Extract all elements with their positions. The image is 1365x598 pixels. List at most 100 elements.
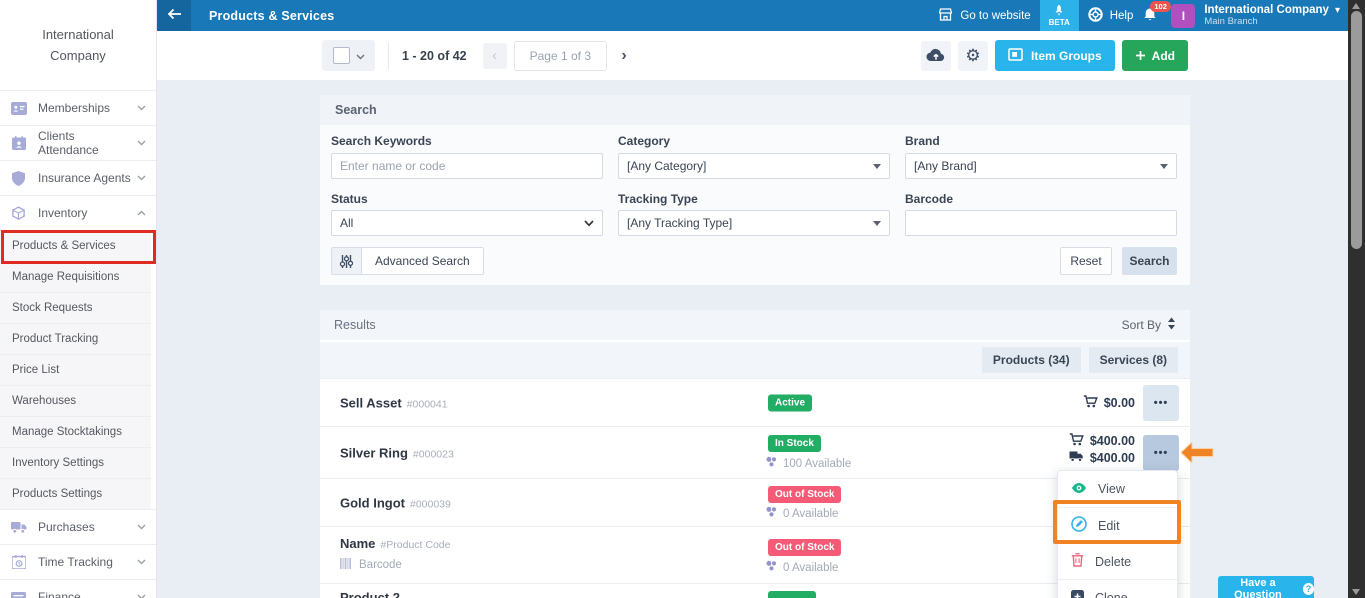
sort-by-label: Sort By: [1122, 318, 1161, 332]
id-card-icon: [10, 102, 27, 115]
sidebar-collapse-button[interactable]: [157, 0, 191, 31]
sidebar-item-inventory[interactable]: Inventory: [0, 195, 156, 230]
row-actions-button-active[interactable]: •••: [1143, 435, 1179, 471]
add-button[interactable]: Add: [1122, 40, 1188, 71]
status-label: Status: [331, 192, 368, 206]
buy-price-cell: $400.00: [1069, 451, 1135, 465]
sidebar-item-manage-requisitions[interactable]: Manage Requisitions: [0, 261, 151, 292]
results-tabs: Products (34) Services (8): [320, 342, 1190, 378]
sidebar-item-time-tracking[interactable]: Time Tracking: [0, 544, 156, 579]
barcode-line: Barcode: [340, 558, 402, 572]
storefront-icon: [938, 8, 953, 24]
sidebar-item-product-tracking[interactable]: Product Tracking: [0, 323, 151, 354]
sort-by-control[interactable]: Sort By: [1122, 317, 1176, 333]
settings-button[interactable]: ⚙: [958, 41, 988, 71]
barcode-input[interactable]: [905, 210, 1177, 236]
list-toolbar: 1 - 20 of 42 ‹ Page 1 of 3 › ⚙ Item Grou…: [157, 31, 1348, 80]
tracking-type-select[interactable]: [Any Tracking Type]: [618, 210, 890, 236]
menu-item-edit[interactable]: Edit: [1058, 507, 1177, 543]
scrollbar-thumb[interactable]: [1351, 11, 1362, 249]
select-all-dropdown[interactable]: [322, 40, 375, 71]
menu-item-clone[interactable]: Clone: [1058, 579, 1177, 598]
cart-icon: [1069, 433, 1084, 449]
sidebar-item-finance[interactable]: Finance: [0, 579, 156, 598]
sidebar-item-products-settings[interactable]: Products Settings: [0, 478, 151, 509]
clock-calendar-icon: [10, 555, 27, 569]
sidebar-item-manage-stocktakings[interactable]: Manage Stocktakings: [0, 416, 151, 447]
tab-services[interactable]: Services (8): [1089, 347, 1178, 373]
add-label: Add: [1152, 49, 1175, 63]
previous-page-button[interactable]: ‹: [483, 43, 507, 69]
company-avatar[interactable]: I: [1171, 4, 1195, 28]
select-all-checkbox[interactable]: [333, 47, 350, 64]
import-export-button[interactable]: [921, 41, 951, 71]
chevron-down-icon: [137, 559, 146, 565]
sidebar-item-stock-requests[interactable]: Stock Requests: [0, 292, 151, 323]
notifications-button[interactable]: 102: [1143, 7, 1157, 25]
sidebar-item-purchases[interactable]: Purchases: [0, 509, 156, 544]
search-button[interactable]: Search: [1122, 247, 1177, 275]
sidebar-item-memberships[interactable]: Memberships: [0, 90, 156, 125]
next-page-button[interactable]: ›: [611, 43, 637, 69]
help-link[interactable]: Help: [1088, 7, 1134, 25]
item-groups-button[interactable]: Item Groups: [995, 40, 1115, 71]
sub-item-label: Price List: [12, 364, 59, 376]
scrollbar-up-arrow-icon[interactable]: [1352, 3, 1360, 9]
sidebar-item-label: Insurance Agents: [38, 171, 131, 185]
chevron-down-icon: [356, 49, 365, 63]
go-to-website-label: Go to website: [960, 10, 1030, 22]
truck-icon: [10, 521, 27, 534]
sub-item-label: Product Tracking: [12, 333, 98, 345]
row-actions-button[interactable]: •••: [1143, 385, 1179, 421]
beta-label: BETA: [1049, 18, 1070, 27]
page-scrollbar[interactable]: [1348, 0, 1365, 598]
have-a-question-button[interactable]: Have a Question ?: [1218, 576, 1314, 598]
sidebar-item-price-list[interactable]: Price List: [0, 354, 151, 385]
menu-item-view[interactable]: View: [1058, 471, 1177, 507]
help-label: Help: [1110, 10, 1134, 22]
availability-cell: 100 Available: [765, 456, 851, 471]
result-row-sell-asset[interactable]: Sell Asset#000041 Active $0.00 •••: [320, 378, 1190, 426]
sell-price-cell: $400.00: [1069, 433, 1135, 449]
calendar-user-icon: [10, 136, 27, 150]
company-logo: International Company: [0, 0, 156, 90]
product-code: #000039: [410, 498, 451, 510]
company-switcher[interactable]: International Company Main Branch: [1204, 5, 1329, 27]
menu-item-delete[interactable]: Delete: [1058, 543, 1177, 579]
branch-name: Main Branch: [1204, 16, 1329, 27]
go-to-website-link[interactable]: Go to website: [938, 8, 1030, 24]
status-select[interactable]: All: [331, 210, 603, 236]
header-right-group: Go to website BETA Help 102 I Internatio…: [938, 0, 1348, 31]
sidebar: International Company Memberships Client…: [0, 0, 157, 598]
search-panel: Search Search Keywords Category [Any Cat…: [320, 95, 1190, 285]
plus-icon: [1135, 48, 1146, 64]
product-code: #000023: [413, 448, 454, 460]
menu-item-label: Edit: [1098, 519, 1120, 533]
category-select[interactable]: [Any Category]: [618, 153, 890, 179]
buy-price: $400.00: [1090, 451, 1135, 465]
sidebar-item-label: Finance: [38, 590, 81, 598]
sidebar-item-clients-attendance[interactable]: Clients Attendance: [0, 125, 156, 160]
brand-select[interactable]: [Any Brand]: [905, 153, 1177, 179]
chevron-down-icon: [137, 140, 146, 146]
sidebar-item-label: Inventory: [38, 206, 87, 220]
app-root: International Company Memberships Client…: [0, 0, 1365, 598]
menu-item-label: Clone: [1095, 591, 1128, 598]
reset-button[interactable]: Reset: [1060, 247, 1112, 275]
sidebar-item-products-services[interactable]: Products & Services: [0, 230, 151, 261]
keywords-input[interactable]: [331, 153, 603, 179]
finance-icon: [10, 591, 27, 598]
sidebar-item-inventory-settings[interactable]: Inventory Settings: [0, 447, 151, 478]
sidebar-item-insurance-agents[interactable]: Insurance Agents: [0, 160, 156, 195]
collapse-arrow-icon: [166, 8, 182, 23]
sort-arrows-icon: [1167, 317, 1176, 333]
beta-badge[interactable]: BETA: [1040, 0, 1079, 31]
sidebar-item-warehouses[interactable]: Warehouses: [0, 385, 151, 416]
scrollbar-down-arrow-icon[interactable]: [1352, 589, 1360, 595]
product-name: Sell Asset#000041: [340, 395, 448, 410]
caret-down-icon: [873, 221, 881, 226]
brand-value: [Any Brand]: [914, 159, 977, 173]
status-badge: Out of Stock: [768, 486, 841, 503]
tab-products[interactable]: Products (34): [982, 347, 1081, 373]
advanced-search-button[interactable]: Advanced Search: [331, 247, 484, 275]
